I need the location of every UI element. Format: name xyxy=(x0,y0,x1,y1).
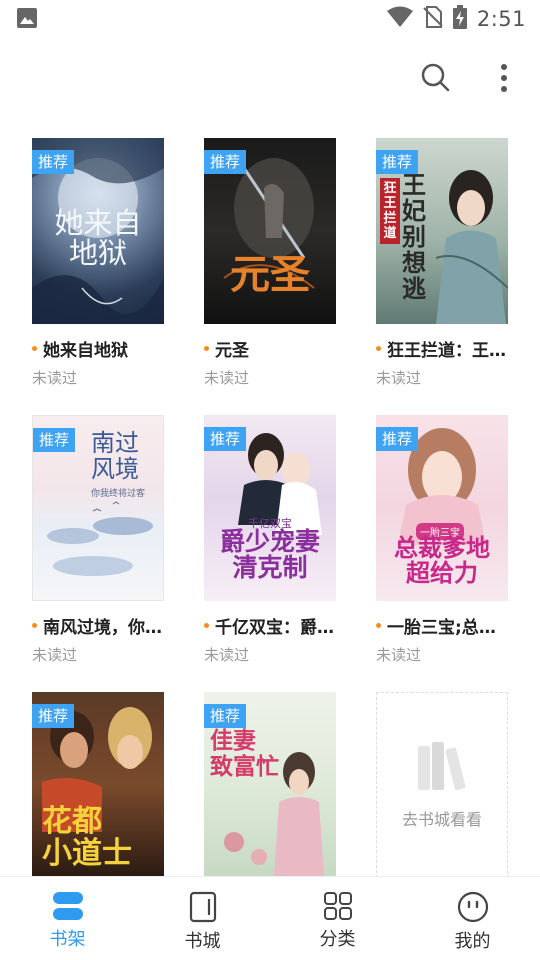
cover-title: 王妃别想逃 xyxy=(402,170,426,303)
read-status: 未读过 xyxy=(376,646,422,664)
search-icon xyxy=(421,63,450,92)
nav-label: 书架 xyxy=(49,929,86,950)
nav-label: 分类 xyxy=(319,929,356,950)
cover-title: 元圣 xyxy=(230,251,310,298)
nav-label: 我的 xyxy=(454,931,491,952)
new-dot xyxy=(32,623,37,628)
book-cover: 元圣 推荐 xyxy=(204,138,336,324)
book-cover: 佳妻 致富忙 推荐 xyxy=(204,692,336,878)
image-notification-icon xyxy=(16,7,38,33)
more-vert-icon xyxy=(501,64,507,92)
read-status: 未读过 xyxy=(204,369,250,387)
recommend-tag: 推荐 xyxy=(204,150,247,174)
new-dot xyxy=(204,346,209,351)
recommend-tag: 推荐 xyxy=(32,704,75,728)
top-action-bar xyxy=(0,52,540,104)
book-card[interactable]: 一胎三宝 总裁爹地 超给力 推荐 一胎三宝;总裁爹地超给力 未读过 xyxy=(376,415,508,665)
read-status: 未读过 xyxy=(32,646,78,664)
new-dot xyxy=(204,623,209,628)
recommend-tag: 推荐 xyxy=(32,150,75,174)
cover-title-line: 她来自 xyxy=(54,206,142,240)
search-button[interactable] xyxy=(420,62,452,94)
new-dot xyxy=(376,623,381,628)
book-card[interactable]: 南过风境 你我终将过客 推荐 南风过境，你我终将成为过客 未读过 xyxy=(32,415,164,665)
cover-title-line: 小道士 xyxy=(42,836,132,871)
book-card[interactable]: 她来自 地狱 推荐 她来自地狱 未读过 xyxy=(32,138,164,388)
book-title: 南风过境，你我终将成为过客 xyxy=(43,618,164,638)
wifi-icon xyxy=(386,6,413,32)
book-title: 千亿双宝：爵少宠妻 xyxy=(215,618,336,638)
book-card[interactable]: 元圣 推荐 元圣 未读过 xyxy=(204,138,336,388)
bookshelf-icon xyxy=(52,892,83,920)
recommend-tag: 推荐 xyxy=(376,427,419,451)
book-cover: 千亿双宝 爵少宠妻 清克制 推荐 xyxy=(204,415,336,601)
cover-title-line: 爵少宠妻 xyxy=(219,527,320,556)
clock: 2:51 xyxy=(476,7,526,31)
cover-subtitle: 狂王拦道 xyxy=(380,178,400,244)
nav-book-store[interactable]: 书城 xyxy=(135,877,270,960)
book-cover: 花都 小道士 推荐 xyxy=(32,692,164,878)
books-icon xyxy=(418,742,466,791)
read-status: 未读过 xyxy=(32,369,78,387)
new-dot xyxy=(376,346,381,351)
cover-title-line: 超给力 xyxy=(406,558,478,588)
book-cover: 南过风境 你我终将过客 推荐 xyxy=(32,415,164,601)
cover-title-line: 地狱 xyxy=(68,236,127,271)
go-to-store-card[interactable]: 去书城看看 xyxy=(376,692,508,878)
status-bar: 2:51 xyxy=(0,0,540,36)
book-card[interactable]: 佳妻 致富忙 推荐 xyxy=(204,692,336,878)
book-store-icon xyxy=(189,891,216,923)
cover-title-line: 致富忙 xyxy=(210,753,279,780)
recommend-tag: 推荐 xyxy=(204,704,247,728)
book-title: 元圣 xyxy=(215,341,249,361)
battery-charging-icon xyxy=(452,5,467,33)
recommend-tag: 推荐 xyxy=(204,427,247,451)
nav-mine[interactable]: 我的 xyxy=(405,877,540,960)
smiley-icon xyxy=(457,891,488,923)
go-to-store-label: 去书城看看 xyxy=(401,810,482,829)
read-status: 未读过 xyxy=(376,369,422,387)
book-cover: 她来自 地狱 推荐 xyxy=(32,138,164,324)
nav-label: 书城 xyxy=(184,931,221,952)
cover-title-line: 佳妻 xyxy=(210,727,256,754)
book-card[interactable]: 花都 小道士 推荐 xyxy=(32,692,164,878)
book-cover: 一胎三宝 总裁爹地 超给力 推荐 xyxy=(376,415,508,601)
book-card[interactable]: 千亿双宝 爵少宠妻 清克制 推荐 千亿双宝：爵少宠妻 未读过 xyxy=(204,415,336,665)
cover-title: 南过风境 xyxy=(91,429,139,483)
more-options-button[interactable] xyxy=(490,60,518,96)
nav-bookshelf[interactable]: 书架 xyxy=(0,877,135,960)
read-status: 未读过 xyxy=(204,646,250,664)
recommend-tag: 推荐 xyxy=(376,150,419,174)
book-card[interactable]: 狂王拦道 王妃别想逃 推荐 狂王拦道：王妃别想逃 未读过 xyxy=(376,138,508,388)
cover-title-line: 清克制 xyxy=(232,553,308,583)
nav-category[interactable]: 分类 xyxy=(270,877,405,960)
book-cover: 狂王拦道 王妃别想逃 推荐 xyxy=(376,138,508,324)
cover-subtitle: 你我终将过客 xyxy=(91,489,146,499)
no-sim-icon xyxy=(423,6,443,32)
cover-title-line: 总裁爹地 xyxy=(394,533,490,562)
bottom-navigation: 书架 书城 分类 我的 xyxy=(0,876,540,960)
book-title: 她来自地狱 xyxy=(43,341,128,361)
book-title: 狂王拦道：王妃别想逃 xyxy=(387,341,508,361)
book-title: 一胎三宝;总裁爹地超给力 xyxy=(387,618,508,638)
recommend-tag: 推荐 xyxy=(33,428,76,452)
new-dot xyxy=(32,346,37,351)
cover-title-line: 花都 xyxy=(42,804,102,839)
grid-icon xyxy=(323,892,352,920)
